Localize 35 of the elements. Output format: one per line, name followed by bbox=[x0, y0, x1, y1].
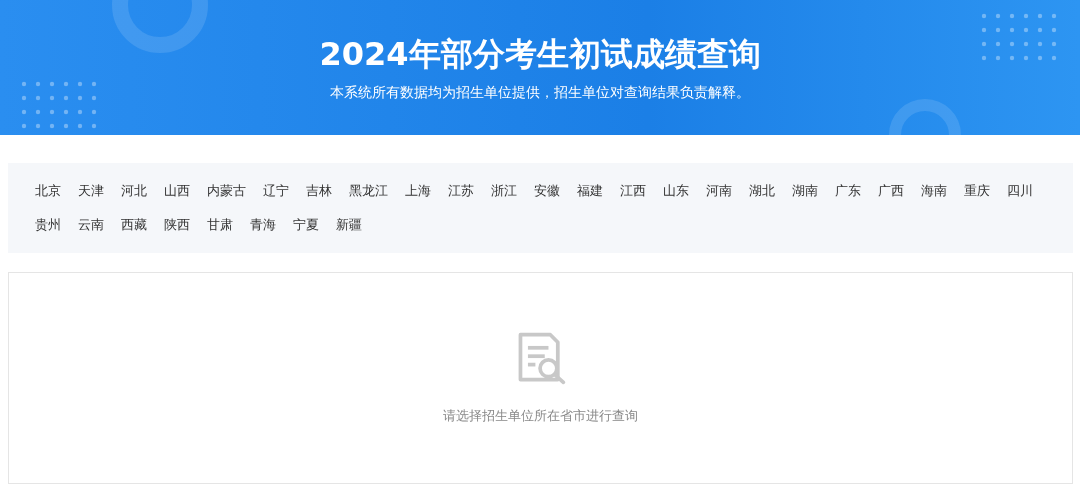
province-link[interactable]: 陕西 bbox=[164, 215, 190, 235]
province-link[interactable]: 辽宁 bbox=[263, 181, 289, 201]
province-link[interactable]: 宁夏 bbox=[293, 215, 319, 235]
province-link[interactable]: 福建 bbox=[577, 181, 603, 201]
province-link[interactable]: 吉林 bbox=[306, 181, 332, 201]
province-link[interactable]: 天津 bbox=[78, 181, 104, 201]
ring-decoration bbox=[889, 99, 961, 135]
province-link[interactable]: 上海 bbox=[405, 181, 431, 201]
province-link[interactable]: 河北 bbox=[121, 181, 147, 201]
province-link[interactable]: 内蒙古 bbox=[207, 181, 246, 201]
province-link[interactable]: 四川 bbox=[1007, 181, 1033, 201]
province-link[interactable]: 湖南 bbox=[792, 181, 818, 201]
empty-message: 请选择招生单位所在省市进行查询 bbox=[443, 407, 638, 425]
province-link[interactable]: 北京 bbox=[35, 181, 61, 201]
province-link[interactable]: 河南 bbox=[706, 181, 732, 201]
province-link[interactable]: 广东 bbox=[835, 181, 861, 201]
province-link[interactable]: 湖北 bbox=[749, 181, 775, 201]
page-title: 2024年部分考生初试成绩查询 bbox=[319, 34, 761, 75]
page-subtitle: 本系统所有数据均为招生单位提供，招生单位对查询结果负责解释。 bbox=[330, 83, 750, 102]
province-link[interactable]: 安徽 bbox=[534, 181, 560, 201]
province-link[interactable]: 黑龙江 bbox=[349, 181, 388, 201]
province-link[interactable]: 浙江 bbox=[491, 181, 517, 201]
province-link[interactable]: 贵州 bbox=[35, 215, 61, 235]
province-link[interactable]: 青海 bbox=[250, 215, 276, 235]
province-link[interactable]: 新疆 bbox=[336, 215, 362, 235]
province-link[interactable]: 云南 bbox=[78, 215, 104, 235]
province-link[interactable]: 山东 bbox=[663, 181, 689, 201]
province-link[interactable]: 江苏 bbox=[448, 181, 474, 201]
province-link[interactable]: 山西 bbox=[164, 181, 190, 201]
province-link[interactable]: 海南 bbox=[921, 181, 947, 201]
province-link[interactable]: 西藏 bbox=[121, 215, 147, 235]
province-link[interactable]: 江西 bbox=[620, 181, 646, 201]
province-link[interactable]: 广西 bbox=[878, 181, 904, 201]
province-link[interactable]: 甘肃 bbox=[207, 215, 233, 235]
province-link[interactable]: 重庆 bbox=[964, 181, 990, 201]
